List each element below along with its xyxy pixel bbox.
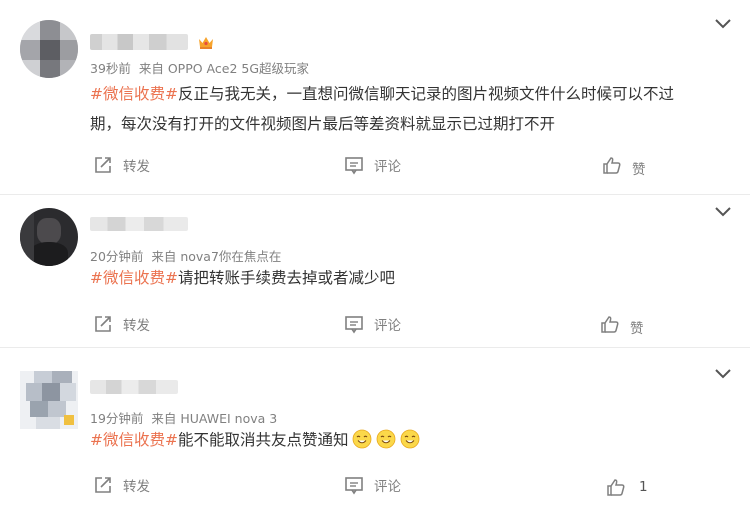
- like-count: 1: [639, 479, 648, 495]
- username-blurred[interactable]: [90, 380, 178, 394]
- post-source: 来自 OPPO Ace2 5G超级玩家: [138, 61, 310, 76]
- like-button[interactable]: 赞: [602, 155, 646, 178]
- feed-item: 19分钟前 来自 HUAWEI nova 3 #微信收费#能不能取消共友点赞通知…: [0, 348, 750, 507]
- forward-button[interactable]: 转发: [93, 475, 150, 495]
- post-time[interactable]: 19分钟前: [90, 411, 143, 426]
- forward-label: 转发: [123, 479, 150, 495]
- post-text: 请把转账手续费去掉或者减少吧: [177, 269, 395, 287]
- crown-badge-icon: [199, 37, 213, 49]
- avatar[interactable]: [20, 20, 78, 78]
- forward-icon: [95, 157, 111, 173]
- post-meta: 39秒前 来自 OPPO Ace2 5G超级玩家: [90, 58, 309, 77]
- post-text: 能不能取消共友点赞通知: [177, 431, 349, 449]
- hashtag-link[interactable]: #微信收费#: [90, 85, 178, 103]
- comment-icon: [345, 316, 363, 334]
- post-content: #微信收费#请把转账手续费去掉或者减少吧: [90, 263, 730, 293]
- comment-label: 评论: [374, 318, 401, 334]
- chevron-down-icon[interactable]: [714, 206, 732, 218]
- like-icon: [607, 479, 625, 496]
- like-button[interactable]: 赞: [600, 314, 644, 337]
- forward-button[interactable]: 转发: [93, 155, 150, 175]
- post-time[interactable]: 20分钟前: [90, 249, 143, 264]
- post-source: 来自 nova7你在焦点在: [151, 249, 282, 264]
- post-time[interactable]: 39秒前: [90, 61, 131, 76]
- username-blurred[interactable]: [90, 34, 188, 50]
- like-label: 赞: [632, 162, 646, 178]
- feed-item: 20分钟前 来自 nova7你在焦点在 #微信收费#请把转账手续费去掉或者减少吧…: [0, 195, 750, 348]
- comment-button[interactable]: 评论: [344, 155, 401, 175]
- post-content: #微信收费#能不能取消共友点赞通知: [90, 425, 730, 455]
- post-text-line: 反正与我无关，一直想问微信聊天记录的图片视频文件什么时候可以不过: [177, 85, 674, 103]
- forward-button[interactable]: 转发: [93, 314, 150, 334]
- post-source: 来自 HUAWEI nova 3: [151, 411, 278, 426]
- avatar[interactable]: [20, 208, 78, 266]
- like-label: 赞: [630, 321, 644, 337]
- smile-emoji-icon: [400, 429, 419, 449]
- forward-icon: [95, 477, 111, 493]
- comment-icon: [345, 477, 363, 495]
- post-content: #微信收费#反正与我无关，一直想问微信聊天记录的图片视频文件什么时候可以不过 期…: [90, 79, 730, 139]
- forward-label: 转发: [123, 318, 150, 334]
- like-icon: [601, 316, 619, 333]
- hashtag-link[interactable]: #微信收费#: [90, 269, 178, 287]
- feed-item: 39秒前 来自 OPPO Ace2 5G超级玩家 #微信收费#反正与我无关，一直…: [0, 0, 750, 195]
- username-blurred[interactable]: [90, 217, 188, 231]
- like-icon: [603, 157, 621, 174]
- like-button[interactable]: 1: [606, 477, 648, 497]
- comment-label: 评论: [374, 479, 401, 495]
- forward-label: 转发: [123, 159, 150, 175]
- smile-emoji-icon: [376, 429, 395, 449]
- comment-label: 评论: [374, 159, 401, 175]
- forward-icon: [95, 316, 111, 332]
- comment-button[interactable]: 评论: [344, 475, 401, 495]
- comment-icon: [345, 157, 363, 175]
- hashtag-link[interactable]: #微信收费#: [90, 431, 178, 449]
- chevron-down-icon[interactable]: [714, 368, 732, 380]
- smile-emoji-icon: [352, 429, 371, 449]
- chevron-down-icon[interactable]: [714, 18, 732, 30]
- post-text-line: 期，每次没有打开的文件视频图片最后等差资料就显示已过期打不开: [90, 115, 556, 133]
- avatar[interactable]: [20, 371, 78, 429]
- comment-button[interactable]: 评论: [344, 314, 401, 334]
